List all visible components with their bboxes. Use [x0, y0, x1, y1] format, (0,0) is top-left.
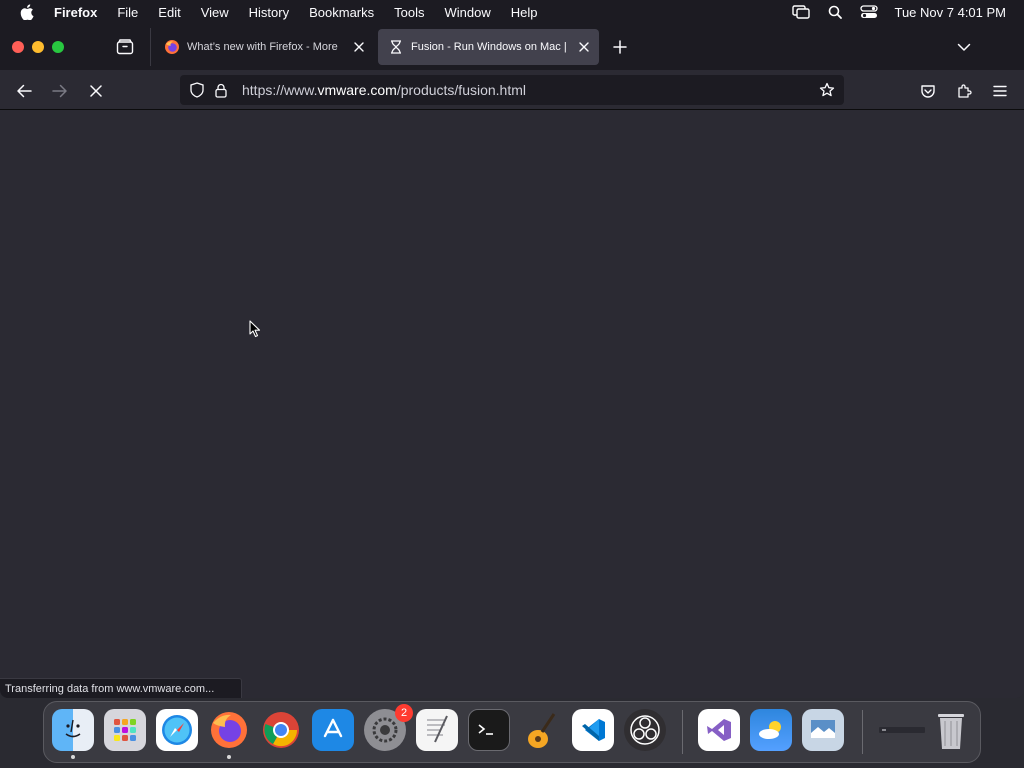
menu-window[interactable]: Window	[435, 5, 501, 20]
bookmark-star-icon[interactable]	[814, 77, 840, 103]
system-settings-icon[interactable]: 2	[364, 704, 413, 751]
firefox-view-button[interactable]	[112, 36, 138, 58]
garageband-icon[interactable]	[520, 709, 562, 751]
menu-edit[interactable]: Edit	[148, 5, 190, 20]
dock-separator	[682, 710, 683, 754]
textedit-icon[interactable]	[416, 709, 458, 751]
obs-icon[interactable]	[624, 709, 666, 751]
preview-icon[interactable]	[802, 709, 844, 751]
vscode-icon[interactable]	[572, 709, 614, 751]
spotlight-search-icon[interactable]	[818, 5, 852, 19]
firefox-window: What’s new with Firefox - More Fusion - …	[0, 24, 1024, 698]
menu-file[interactable]: File	[107, 5, 148, 20]
window-minimize-button[interactable]	[32, 41, 44, 53]
macos-menu-bar: Firefox File Edit View History Bookmarks…	[0, 0, 1024, 24]
running-indicator	[227, 755, 231, 759]
chrome-icon[interactable]	[260, 709, 302, 751]
finder-icon[interactable]	[52, 709, 94, 759]
menu-bookmarks[interactable]: Bookmarks	[299, 5, 384, 20]
weather-icon[interactable]	[750, 709, 792, 751]
pocket-icon[interactable]	[915, 78, 941, 104]
notification-badge: 2	[395, 704, 413, 722]
menu-help[interactable]: Help	[501, 5, 548, 20]
menu-history[interactable]: History	[239, 5, 299, 20]
control-center-icon[interactable]	[852, 5, 886, 19]
menu-view[interactable]: View	[191, 5, 239, 20]
firefox-icon	[164, 39, 180, 55]
launchpad-icon[interactable]	[104, 709, 146, 751]
macos-dock: 2	[43, 701, 981, 763]
visual-studio-icon[interactable]	[698, 709, 740, 751]
terminal-icon[interactable]	[468, 709, 510, 751]
url-path: /products/fusion.html	[396, 82, 526, 98]
tracking-protection-shield-icon[interactable]	[186, 79, 208, 101]
tab-close-icon[interactable]	[573, 36, 595, 58]
app-store-icon[interactable]	[312, 709, 354, 751]
menu-app-firefox[interactable]: Firefox	[54, 5, 107, 20]
new-tab-button[interactable]	[608, 36, 632, 58]
dock-separator	[862, 710, 863, 754]
tab-title: What’s new with Firefox - More	[187, 41, 338, 53]
mouse-cursor-icon	[249, 320, 261, 343]
tab-whats-new[interactable]: What’s new with Firefox - More	[154, 29, 374, 65]
apple-menu-icon[interactable]	[0, 4, 54, 20]
extensions-icon[interactable]	[951, 78, 977, 104]
menu-tools[interactable]: Tools	[384, 5, 434, 20]
stop-loading-button[interactable]	[83, 78, 109, 104]
tab-close-icon[interactable]	[348, 36, 370, 58]
url-prefix: https://www.	[242, 82, 318, 98]
window-zoom-button[interactable]	[52, 41, 64, 53]
page-content-area[interactable]: Transferring data from www.vmware.com...	[0, 110, 1024, 698]
minimized-window-icon[interactable]	[878, 709, 926, 751]
tab-title: Fusion - Run Windows on Mac |	[411, 41, 567, 53]
status-panel: Transferring data from www.vmware.com...	[0, 678, 242, 698]
safari-icon[interactable]	[156, 709, 198, 751]
trash-icon[interactable]	[930, 709, 972, 751]
running-indicator	[71, 755, 75, 759]
tab-fusion[interactable]: Fusion - Run Windows on Mac |	[378, 29, 599, 65]
loading-hourglass-icon	[388, 39, 404, 55]
tab-bar: What’s new with Firefox - More Fusion - …	[0, 24, 1024, 70]
navigation-toolbar: https://www.vmware.com/products/fusion.h…	[0, 70, 1024, 110]
firefox-icon[interactable]	[208, 709, 250, 759]
url-bar[interactable]: https://www.vmware.com/products/fusion.h…	[180, 75, 844, 105]
back-button[interactable]	[11, 78, 37, 104]
forward-button[interactable]	[47, 78, 73, 104]
screen-mirroring-icon[interactable]	[784, 5, 818, 19]
lock-icon[interactable]	[210, 79, 232, 101]
tab-separator	[150, 28, 151, 66]
app-menu-hamburger-icon[interactable]	[987, 78, 1013, 104]
url-text[interactable]: https://www.vmware.com/products/fusion.h…	[242, 82, 814, 98]
window-close-button[interactable]	[12, 41, 24, 53]
url-host: vmware.com	[317, 82, 397, 98]
list-all-tabs-button[interactable]	[952, 36, 976, 58]
menubar-clock[interactable]: Tue Nov 7 4:01 PM	[886, 5, 1024, 20]
